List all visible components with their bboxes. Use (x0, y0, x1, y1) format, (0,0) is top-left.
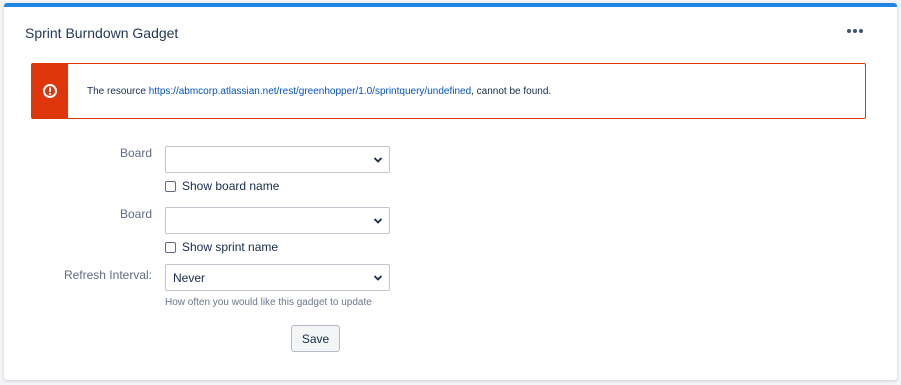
show-board-name-row[interactable]: Show board name (165, 179, 279, 193)
refresh-interval-value: Never (173, 270, 206, 285)
show-board-name-checkbox[interactable] (165, 180, 176, 192)
show-sprint-name-row[interactable]: Show sprint name (165, 240, 278, 254)
resource-link[interactable]: https://abmcorp.atlassian.net/rest/green… (149, 86, 471, 97)
chevron-down-icon (373, 218, 383, 224)
error-message-prefix: The resource (87, 85, 146, 97)
refresh-interval-label: Refresh Interval: (63, 268, 152, 282)
show-sprint-name-label: Show sprint name (182, 240, 279, 254)
sprint-burndown-gadget: Sprint Burndown Gadget The resource http… (4, 3, 897, 380)
more-horizontal-icon (847, 29, 851, 33)
gadget-title: Sprint Burndown Gadget (25, 25, 179, 41)
board-select[interactable] (165, 146, 390, 173)
board-label: Board (119, 207, 152, 221)
board-select[interactable] (165, 207, 390, 234)
error-icon (43, 84, 57, 98)
board-label: Board (119, 146, 152, 160)
more-horizontal-icon (853, 29, 857, 33)
show-board-name-label: Show board name (182, 179, 280, 193)
error-message: The resource https://abmcorp.atlassian.n… (68, 86, 551, 97)
refresh-interval-select[interactable]: Never (165, 264, 390, 291)
more-options-button[interactable] (843, 21, 867, 41)
chevron-down-icon (373, 157, 383, 163)
more-horizontal-icon (859, 29, 863, 33)
refresh-interval-help: How often you would like this gadget to … (165, 297, 372, 308)
chevron-down-icon (373, 275, 383, 281)
save-button[interactable]: Save (291, 325, 340, 352)
error-alert: The resource https://abmcorp.atlassian.n… (31, 63, 866, 119)
error-message-suffix: , cannot be found. (471, 85, 552, 97)
show-sprint-name-checkbox[interactable] (165, 241, 176, 253)
error-alert-icon-panel (32, 64, 68, 118)
